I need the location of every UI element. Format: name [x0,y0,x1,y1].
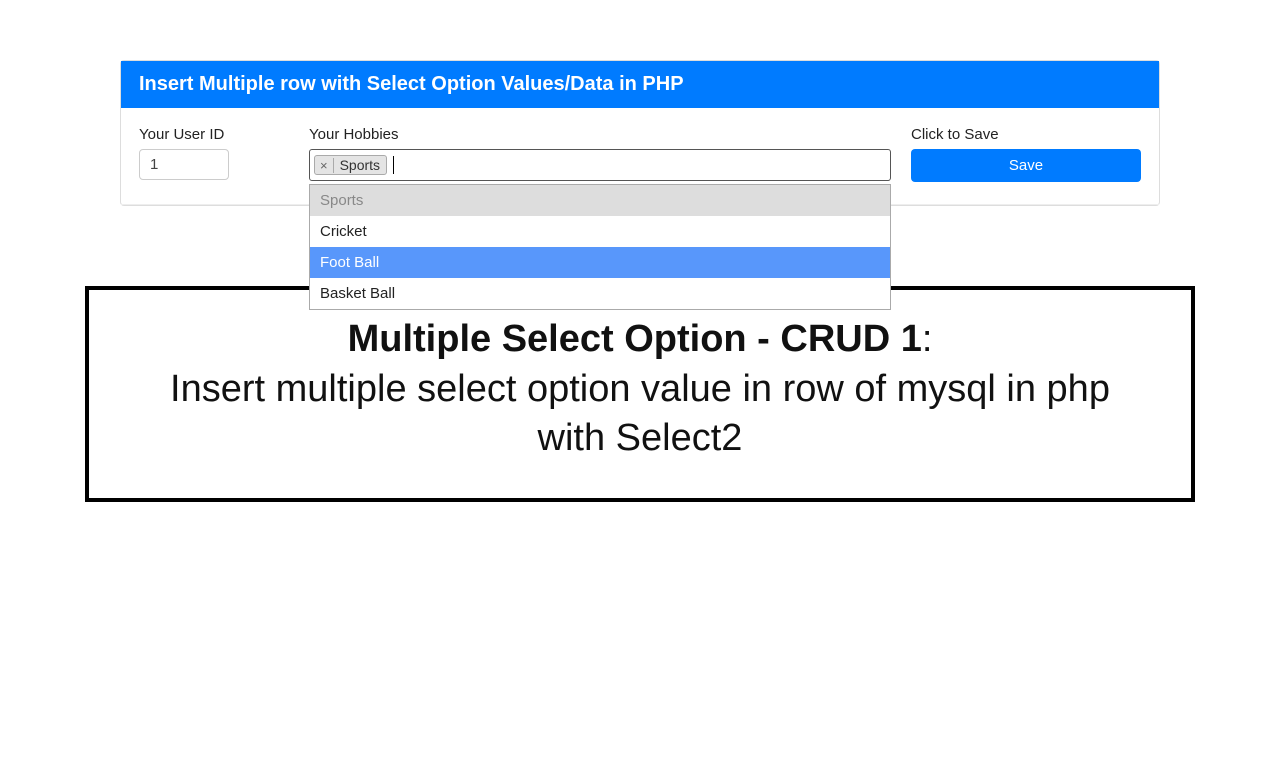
save-column: Click to Save Save [911,126,1141,182]
option-basketball[interactable]: Basket Ball [310,278,890,309]
userid-label: Your User ID [139,126,289,143]
caption-title: Multiple Select Option - CRUD 1 [348,318,922,360]
save-button[interactable]: Save [911,149,1141,182]
tag-remove-icon[interactable]: × [315,158,334,173]
form-card: Insert Multiple row with Select Option V… [120,60,1160,206]
userid-column: Your User ID [139,126,289,182]
caption-box: Multiple Select Option - CRUD 1: Insert … [85,286,1195,502]
caption-subtitle: Insert multiple select option value in r… [139,365,1141,464]
caption-colon: : [922,318,933,360]
card-body: Your User ID Your Hobbies × Sports Sport… [121,108,1159,205]
userid-input[interactable] [139,149,229,180]
hobbies-column: Your Hobbies × Sports Sports Cricket Foo… [309,126,891,182]
save-label: Click to Save [911,126,1141,143]
hobbies-dropdown: Sports Cricket Foot Ball Basket Ball [309,184,891,310]
card-header: Insert Multiple row with Select Option V… [121,61,1159,108]
text-cursor-icon [393,156,394,174]
option-cricket[interactable]: Cricket [310,216,890,247]
tag-label: Sports [334,156,386,174]
option-sports[interactable]: Sports [310,185,890,216]
hobbies-label: Your Hobbies [309,126,891,143]
option-football[interactable]: Foot Ball [310,247,890,278]
selected-tag: × Sports [314,155,387,175]
hobbies-multiselect[interactable]: × Sports [309,149,891,181]
caption-heading: Multiple Select Option - CRUD 1: [139,318,1141,361]
